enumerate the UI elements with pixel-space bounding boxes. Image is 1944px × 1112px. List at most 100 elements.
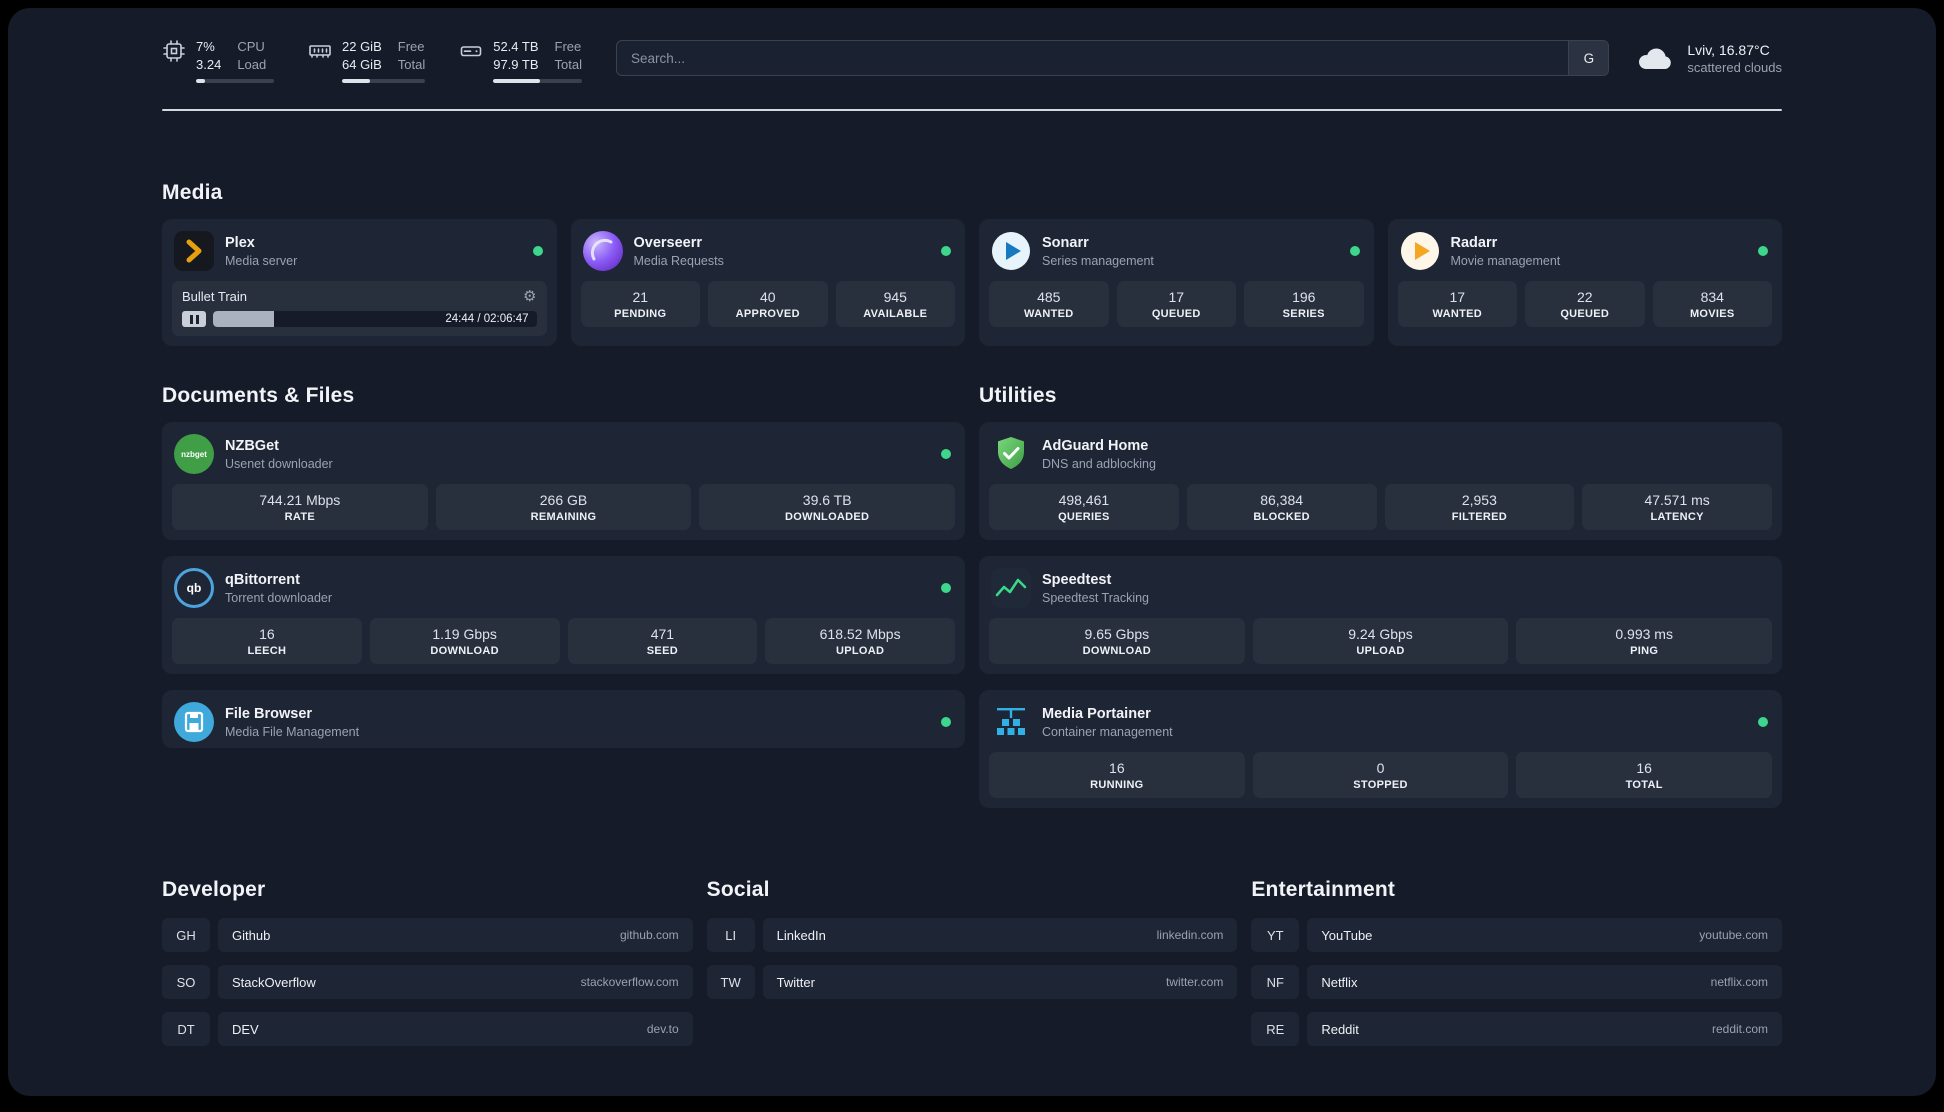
app-card-overseerr: Overseerr Media Requests 21 PENDING 40 APP… xyxy=(570,219,965,347)
bookmark-name: Twitter xyxy=(776,974,815,990)
stat-label: WANTED xyxy=(1024,307,1074,320)
bookmark-name: Netflix xyxy=(1321,974,1358,990)
stat-tile: 471 SEED xyxy=(567,618,758,665)
bookmark-url: reddit.com xyxy=(1711,1022,1768,1037)
app-name-plex: Plex xyxy=(225,234,255,251)
bookmark-abbr: SO xyxy=(162,965,210,1000)
topbar: 7% 3.24 CPU Load 22 GiB 64 GiB Free Tota… xyxy=(162,8,1782,84)
app-link-adguard[interactable]: AdGuard Home DNS and adblocking xyxy=(989,432,1772,484)
bookmark-twitter[interactable]: TW Twitter twitter.com xyxy=(706,965,1238,1000)
now-playing-title: Bullet Train xyxy=(182,289,248,305)
bookmark-github[interactable]: GH Github github.com xyxy=(162,918,693,953)
pause-button[interactable] xyxy=(182,311,206,328)
bookmark-abbr: GH xyxy=(162,918,210,953)
app-link-filebrowser[interactable]: File Browser Media File Management xyxy=(172,700,955,746)
bookmark-url: linkedin.com xyxy=(1156,928,1224,943)
stat-value: 1.19 Gbps xyxy=(432,625,497,642)
bookmark-linkedin[interactable]: LI LinkedIn linkedin.com xyxy=(706,918,1238,953)
section-title-media: Media xyxy=(162,181,223,205)
bookmark-dev[interactable]: DT DEV dev.to xyxy=(162,1012,693,1047)
stat-label: QUEUED xyxy=(1151,307,1201,320)
app-name-speedtest: Speedtest xyxy=(1042,571,1112,588)
bookmark-netflix[interactable]: NF Netflix netflix.com xyxy=(1251,965,1782,1000)
memory-stat: 22 GiB 64 GiB Free Total xyxy=(308,38,426,84)
bookmark-abbr: DT xyxy=(162,1012,210,1047)
cpu-usage-fill xyxy=(196,79,206,84)
app-name-filebrowser: File Browser xyxy=(225,705,313,722)
stat-label: SERIES xyxy=(1282,307,1325,320)
search-bar: G xyxy=(615,40,1610,76)
cpu-load-label: Load xyxy=(237,57,267,73)
stat-tile: 485 WANTED xyxy=(989,281,1109,328)
app-desc-sonarr: Series management xyxy=(1042,253,1154,268)
search-input[interactable] xyxy=(616,41,1569,75)
app-link-nzbget[interactable]: nzbget NZBGet Usenet downloader xyxy=(172,432,955,484)
weather-condition: scattered clouds xyxy=(1687,60,1782,76)
stat-value: 9.24 Gbps xyxy=(1348,625,1413,642)
stat-value: 17 xyxy=(1449,288,1466,305)
status-dot-sonarr xyxy=(1349,246,1360,257)
stat-tile: 0.993 ms PING xyxy=(1516,618,1773,665)
app-desc-qbittorrent: Torrent downloader xyxy=(225,590,333,605)
stat-tile: 21 PENDING xyxy=(580,281,700,328)
stat-label: UPLOAD xyxy=(1356,644,1405,657)
memory-total-label: Total xyxy=(397,57,426,73)
nzbget-icon: nzbget xyxy=(174,434,214,475)
memory-ram-icon xyxy=(309,45,331,58)
memory-free-label: Free xyxy=(397,39,425,54)
stat-label: DOWNLOADED xyxy=(785,510,870,523)
stat-label: WANTED xyxy=(1432,307,1482,320)
bookmark-youtube[interactable]: YT YouTube youtube.com xyxy=(1251,918,1782,953)
disk-drive-icon xyxy=(460,46,482,57)
app-card-sonarr: Sonarr Series management 485 WANTED 17 QUE… xyxy=(979,219,1374,347)
gear-icon[interactable]: ⚙ xyxy=(523,289,536,304)
app-link-radarr[interactable]: Radarr Movie management xyxy=(1398,229,1773,281)
section-title-social: Social xyxy=(706,878,770,902)
bookmark-url: github.com xyxy=(619,928,679,943)
stat-tile: 1.19 Gbps DOWNLOAD xyxy=(369,618,560,665)
app-link-portainer[interactable]: Media Portainer Container management xyxy=(989,700,1772,752)
app-name-portainer: Media Portainer xyxy=(1042,705,1151,722)
stat-value: 47.571 ms xyxy=(1644,491,1710,508)
stat-value: 22 xyxy=(1576,288,1593,305)
cpu-load-value: 3.24 xyxy=(196,57,222,73)
stat-label: UPLOAD xyxy=(836,644,885,657)
section-utilities: Utilities AdGuard Home DNS and adblockin… xyxy=(979,384,1782,809)
app-link-plex[interactable]: Plex Media server xyxy=(172,229,547,281)
app-link-overseerr[interactable]: Overseerr Media Requests xyxy=(581,229,956,281)
app-link-speedtest[interactable]: Speedtest Speedtest Tracking xyxy=(989,566,1772,618)
bookmark-name: YouTube xyxy=(1321,927,1373,943)
bookmark-reddit[interactable]: RE Reddit reddit.com xyxy=(1251,1012,1782,1047)
radarr-icon xyxy=(1400,231,1440,271)
bookmark-name: Github xyxy=(232,927,271,943)
stat-tile: 0 STOPPED xyxy=(1252,752,1509,799)
app-link-sonarr[interactable]: Sonarr Series management xyxy=(989,229,1364,281)
disk-total-label: Total xyxy=(554,57,582,73)
app-desc-radarr: Movie management xyxy=(1450,253,1561,268)
stat-label: LATENCY xyxy=(1650,510,1704,523)
app-card-nzbget: nzbget NZBGet Usenet downloader 744.21 M… xyxy=(162,422,965,541)
stat-tile: 16 RUNNING xyxy=(989,752,1245,799)
memory-free-value: 22 GiB xyxy=(342,39,382,54)
disk-usage-bar xyxy=(493,79,582,84)
app-desc-filebrowser: Media File Management xyxy=(225,724,360,739)
bookmark-url: youtube.com xyxy=(1699,928,1768,943)
memory-usage-fill xyxy=(342,79,371,84)
now-playing-widget: Bullet Train ⚙ 24:44 / 02:06:47 xyxy=(172,281,547,337)
app-link-qbittorrent[interactable]: qb qBittorrent Torrent downloader xyxy=(172,566,955,618)
stat-label: TOTAL xyxy=(1625,778,1663,791)
bookmark-stackoverflow[interactable]: SO StackOverflow stackoverflow.com xyxy=(162,965,693,1000)
bookmark-abbr: LI xyxy=(706,918,755,953)
seek-bar[interactable]: 24:44 / 02:06:47 xyxy=(213,311,537,328)
stat-tile: 945 AVAILABLE xyxy=(835,281,955,328)
stat-value: 945 xyxy=(883,288,907,305)
search-engine-button[interactable]: G xyxy=(1568,41,1609,75)
stat-tile: 834 MOVIES xyxy=(1652,281,1772,328)
adguard-icon xyxy=(991,434,1031,474)
plex-icon xyxy=(174,231,214,272)
stat-value: 40 xyxy=(759,288,776,305)
stat-label: FILTERED xyxy=(1451,510,1508,523)
stat-label: LEECH xyxy=(247,644,287,657)
overseerr-icon xyxy=(582,231,623,272)
bookmark-name: StackOverflow xyxy=(232,974,316,990)
